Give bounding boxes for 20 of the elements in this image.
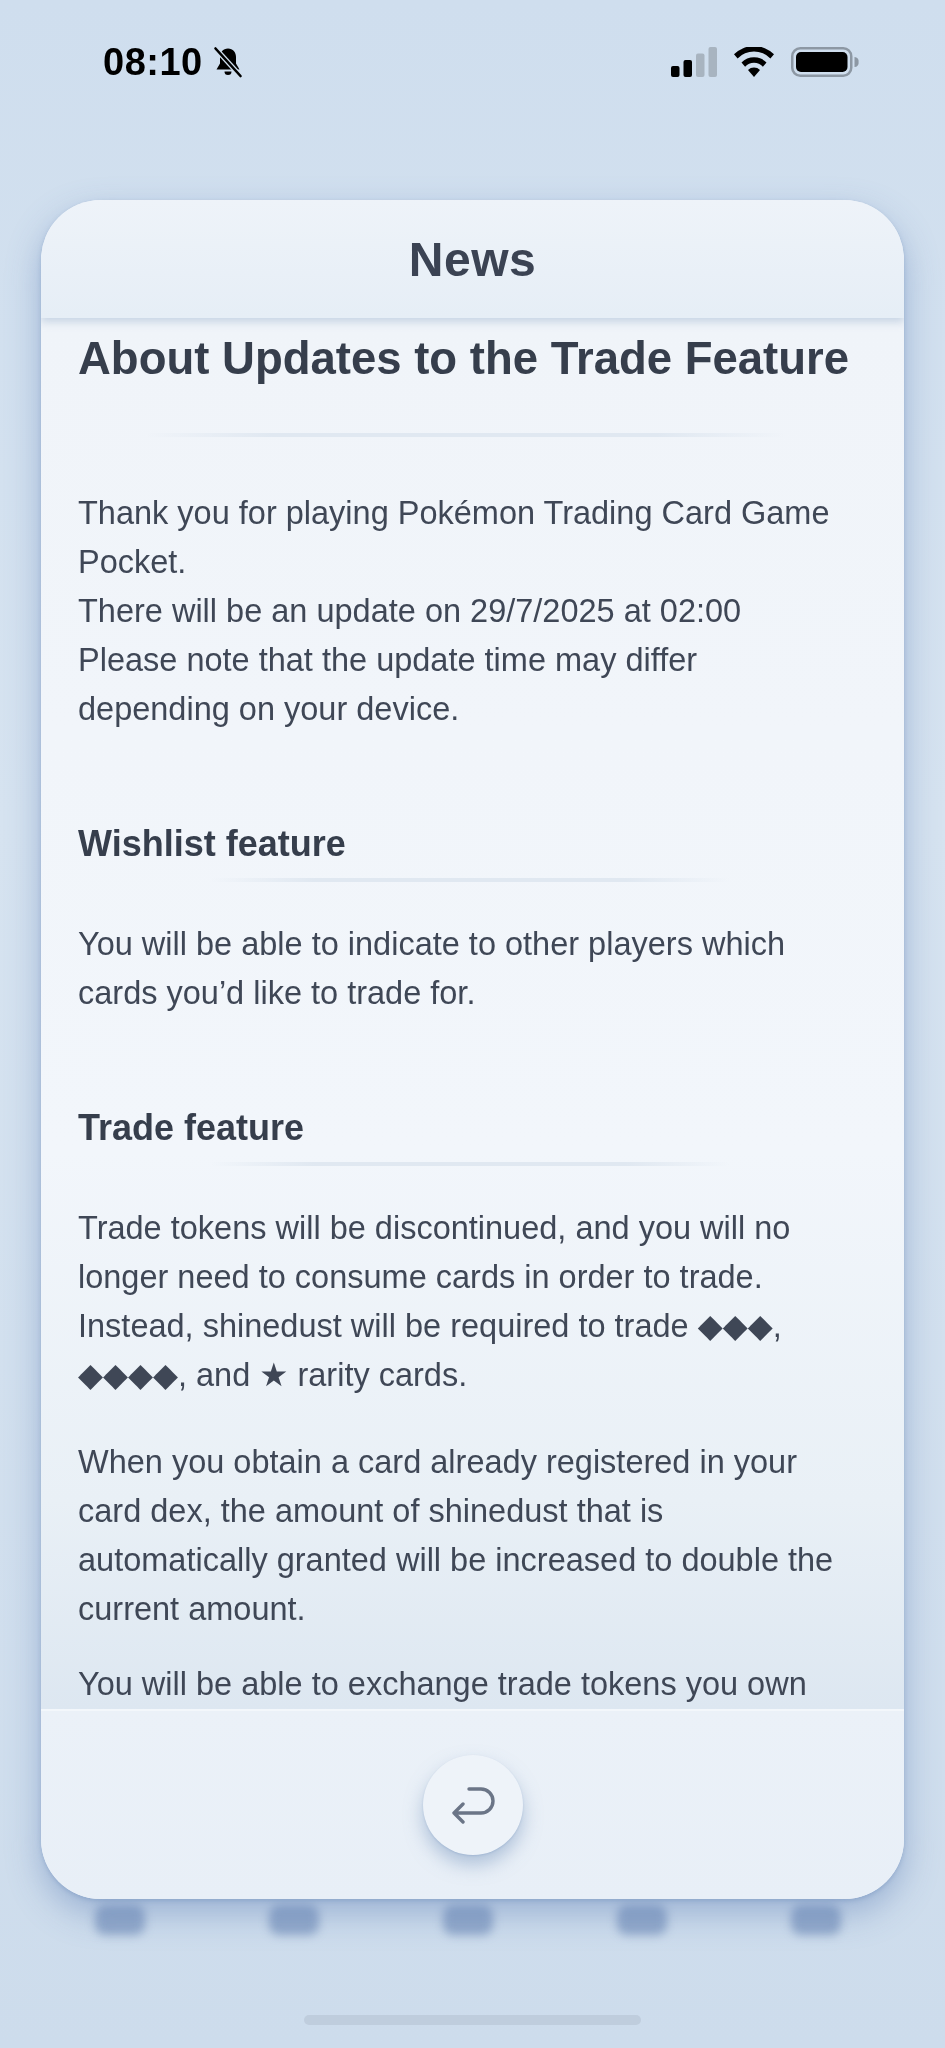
dialog-title: News [408,231,537,287]
signal-icon [671,47,717,77]
blurred-nav-icon [617,1905,667,1935]
blurred-nav-icon [443,1905,493,1935]
body-paragraph: You will be able to indicate to other players which cards you’d like to trade for. [78,925,786,1013]
back-button[interactable] [422,1755,523,1855]
section-heading: Wishlist feature [78,822,347,866]
blurred-nav-icon [95,1905,145,1935]
section-heading: Trade feature [78,1106,306,1150]
battery-icon [791,47,859,77]
body-paragraph: You will be able to exchange trade tokens you own [78,1665,808,1704]
wifi-icon [733,47,775,77]
blurred-nav-icon [269,1905,319,1935]
bell-slash-icon [212,46,243,78]
body-paragraph: Thank you for playing Pokémon Trading Card Game Pocket. There will be an update on 29/7/2025 at 02:00 Please note that the update time may differ depending on your device. [78,494,831,729]
article-title: About Updates to the Trade Feature [78,332,850,386]
blurred-nav-icon [791,1905,841,1935]
body-paragraph: Trade tokens will be discontinued, and you will no longer need to consume cards in order to trade. Instead, shinedust will be required to trade ◆◆◆, ◆◆◆◆, and ★ rarity cards. [78,1209,792,1395]
status-time: 08:10 [103,40,203,84]
body-paragraph: When you obtain a card already registered in your card dex, the amount of shinedust that is automatically granted will be increased to double the current amount. [78,1443,835,1629]
